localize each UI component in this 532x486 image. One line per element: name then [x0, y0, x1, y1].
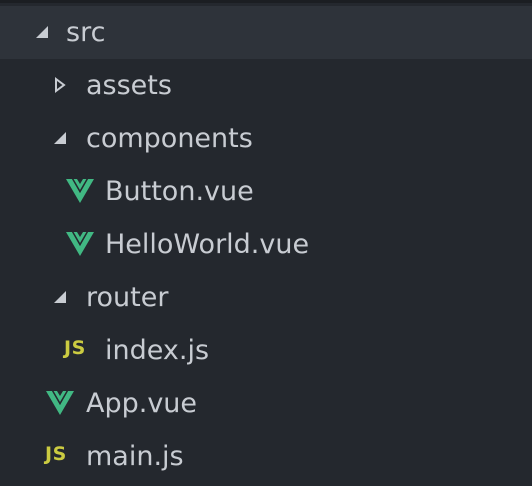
vue-icon [66, 179, 94, 203]
file-explorer-tree: src assets components Button.vue HelloWo… [0, 0, 532, 486]
file-helloworld-vue[interactable]: HelloWorld.vue [0, 218, 532, 271]
folder-components[interactable]: components [0, 112, 532, 165]
expanded-triangle-icon[interactable] [52, 130, 68, 146]
expanded-triangle-icon[interactable] [34, 24, 50, 40]
vue-icon [46, 391, 74, 415]
file-label-helloworld-vue: HelloWorld.vue [105, 229, 310, 260]
collapsed-triangle-icon[interactable] [52, 77, 68, 93]
file-app-vue[interactable]: App.vue [0, 377, 532, 430]
file-label-main-js: main.js [86, 441, 184, 472]
expanded-triangle-icon[interactable] [52, 289, 68, 305]
file-label-button-vue: Button.vue [105, 176, 254, 207]
js-icon: JS [45, 443, 67, 465]
folder-label-assets: assets [86, 70, 172, 101]
file-index-js[interactable]: JS index.js [0, 324, 532, 377]
folder-src[interactable]: src [0, 6, 532, 59]
folder-label-components: components [86, 123, 253, 154]
file-button-vue[interactable]: Button.vue [0, 165, 532, 218]
folder-assets[interactable]: assets [0, 59, 532, 112]
file-main-js[interactable]: JS main.js [0, 430, 532, 483]
folder-router[interactable]: router [0, 271, 532, 324]
file-label-app-vue: App.vue [86, 388, 198, 419]
file-label-index-js: index.js [105, 335, 210, 366]
js-icon: JS [64, 337, 86, 359]
folder-label-src: src [66, 17, 106, 48]
folder-label-router: router [86, 282, 169, 313]
vue-icon [66, 232, 94, 256]
